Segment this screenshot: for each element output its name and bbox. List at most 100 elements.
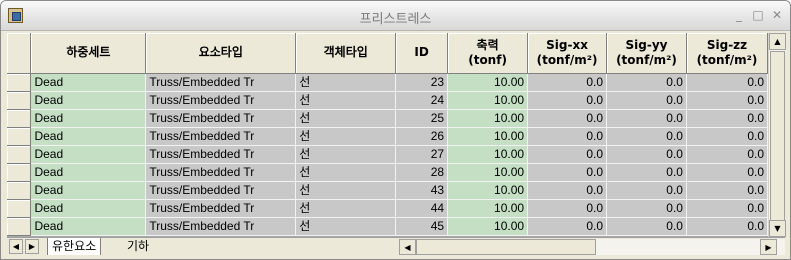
sig-zz-cell[interactable]: 0.0 [686,109,768,128]
tab-finite-element[interactable]: 유한요소 [47,238,102,255]
table-row[interactable]: Dead Truss/Embedded Tr 선 23 10.00 0.0 0.0 0.0 [7,73,768,92]
object-type-cell[interactable]: 선 [295,145,397,164]
element-type-cell[interactable]: Truss/Embedded Tr [145,109,297,128]
id-cell[interactable]: 28 [395,163,449,182]
element-type-cell[interactable]: Truss/Embedded Tr [145,181,297,200]
column-header-id[interactable]: ID [395,33,449,74]
maximize-button[interactable]: □ [749,6,767,24]
column-header-axial-force[interactable]: 축력 (tonf) [447,33,529,74]
element-type-cell[interactable]: Truss/Embedded Tr [145,91,297,110]
axial-force-cell[interactable]: 10.00 [447,217,529,236]
sig-yy-cell[interactable]: 0.0 [606,217,687,236]
column-header-sig-zz[interactable]: Sig-zz (tonf/m²) [686,33,768,74]
sig-zz-cell[interactable]: 0.0 [686,73,768,92]
column-header-element-type[interactable]: 요소타입 [145,33,297,74]
table-row[interactable]: Dead Truss/Embedded Tr 선 26 10.00 0.0 0.0 0.0 [7,127,768,146]
id-cell[interactable]: 44 [395,199,449,218]
sig-zz-cell[interactable]: 0.0 [686,163,768,182]
table-row[interactable]: Dead Truss/Embedded Tr 선 24 10.00 0.0 0.0 0.0 [7,91,768,110]
table-row[interactable]: Dead Truss/Embedded Tr 선 28 10.00 0.0 0.0 0.0 [7,163,768,182]
sig-yy-cell[interactable]: 0.0 [606,109,687,128]
id-cell[interactable]: 26 [395,127,449,146]
axial-force-cell[interactable]: 10.00 [447,73,529,92]
element-type-cell[interactable]: Truss/Embedded Tr [145,145,297,164]
object-type-cell[interactable]: 선 [295,109,397,128]
axial-force-cell[interactable]: 10.00 [447,91,529,110]
sig-yy-cell[interactable]: 0.0 [606,199,687,218]
sig-yy-cell[interactable]: 0.0 [606,91,687,110]
minimize-button[interactable]: _ [730,6,748,24]
sig-xx-cell[interactable]: 0.0 [527,217,608,236]
id-cell[interactable]: 24 [395,91,449,110]
sig-xx-cell[interactable]: 0.0 [527,181,608,200]
axial-force-cell[interactable]: 10.00 [447,199,529,218]
sig-yy-cell[interactable]: 0.0 [606,163,687,182]
sig-xx-cell[interactable]: 0.0 [527,73,608,92]
object-type-cell[interactable]: 선 [295,73,397,92]
row-header[interactable] [7,199,32,218]
load-set-cell[interactable]: Dead [30,127,147,146]
vertical-scrollbar[interactable]: ▲ ▼ [768,33,786,237]
scroll-down-button[interactable]: ▼ [769,220,786,237]
table-row[interactable]: Dead Truss/Embedded Tr 선 43 10.00 0.0 0.0 0.0 [7,181,768,200]
object-type-cell[interactable]: 선 [295,217,397,236]
id-cell[interactable]: 27 [395,145,449,164]
id-cell[interactable]: 45 [395,217,449,236]
load-set-cell[interactable]: Dead [30,199,147,218]
scroll-left-button[interactable]: ◀ [399,239,416,255]
load-set-cell[interactable]: Dead [30,91,147,110]
axial-force-cell[interactable]: 10.00 [447,163,529,182]
object-type-cell[interactable]: 선 [295,91,397,110]
row-header[interactable] [7,217,32,236]
axial-force-cell[interactable]: 10.00 [447,109,529,128]
element-type-cell[interactable]: Truss/Embedded Tr [145,199,297,218]
horizontal-scroll-thumb[interactable] [416,239,596,255]
row-header[interactable] [7,91,32,110]
object-type-cell[interactable]: 선 [295,181,397,200]
table-row[interactable]: Dead Truss/Embedded Tr 선 25 10.00 0.0 0.0 0.0 [7,109,768,128]
row-header[interactable] [7,181,32,200]
id-cell[interactable]: 23 [395,73,449,92]
sig-yy-cell[interactable]: 0.0 [606,127,687,146]
table-row[interactable]: Dead Truss/Embedded Tr 선 27 10.00 0.0 0.0 0.0 [7,145,768,164]
sig-xx-cell[interactable]: 0.0 [527,145,608,164]
load-set-cell[interactable]: Dead [30,109,147,128]
axial-force-cell[interactable]: 10.00 [447,181,529,200]
load-set-cell[interactable]: Dead [30,73,147,92]
title-bar[interactable]: 프리스트레스 _ □ ✕ [1,1,790,31]
row-header[interactable] [7,145,32,164]
close-button[interactable]: ✕ [768,6,786,24]
tab-scroll-right-button[interactable]: ▶ [25,239,39,254]
tab-scroll-left-button[interactable]: ◀ [9,239,23,254]
horizontal-scrollbar[interactable]: ◀ ▶ [399,239,785,255]
sig-zz-cell[interactable]: 0.0 [686,199,768,218]
axial-force-cell[interactable]: 10.00 [447,127,529,146]
scroll-right-button[interactable]: ▶ [760,239,777,255]
object-type-cell[interactable]: 선 [295,127,397,146]
row-header[interactable] [7,109,32,128]
sig-yy-cell[interactable]: 0.0 [606,145,687,164]
column-header-sig-yy[interactable]: Sig-yy (tonf/m²) [606,33,687,74]
element-type-cell[interactable]: Truss/Embedded Tr [145,73,297,92]
load-set-cell[interactable]: Dead [30,181,147,200]
sig-yy-cell[interactable]: 0.0 [606,73,687,92]
sig-zz-cell[interactable]: 0.0 [686,91,768,110]
id-cell[interactable]: 25 [395,109,449,128]
tab-geometry[interactable]: 기하 [123,238,153,255]
sig-xx-cell[interactable]: 0.0 [527,127,608,146]
scroll-up-button[interactable]: ▲ [769,33,786,50]
row-header[interactable] [7,163,32,182]
column-header-object-type[interactable]: 객체타입 [295,33,397,74]
sig-xx-cell[interactable]: 0.0 [527,109,608,128]
axial-force-cell[interactable]: 10.00 [447,145,529,164]
object-type-cell[interactable]: 선 [295,199,397,218]
sig-xx-cell[interactable]: 0.0 [527,163,608,182]
element-type-cell[interactable]: Truss/Embedded Tr [145,217,297,236]
column-header-load-set[interactable]: 하중세트 [30,33,147,74]
object-type-cell[interactable]: 선 [295,163,397,182]
data-grid[interactable]: 하중세트 요소타입 객체타입 ID 축력 (tonf) Sig-xx (tonf… [7,33,768,237]
load-set-cell[interactable]: Dead [30,217,147,236]
sig-zz-cell[interactable]: 0.0 [686,145,768,164]
sig-zz-cell[interactable]: 0.0 [686,181,768,200]
column-header-sig-xx[interactable]: Sig-xx (tonf/m²) [527,33,608,74]
